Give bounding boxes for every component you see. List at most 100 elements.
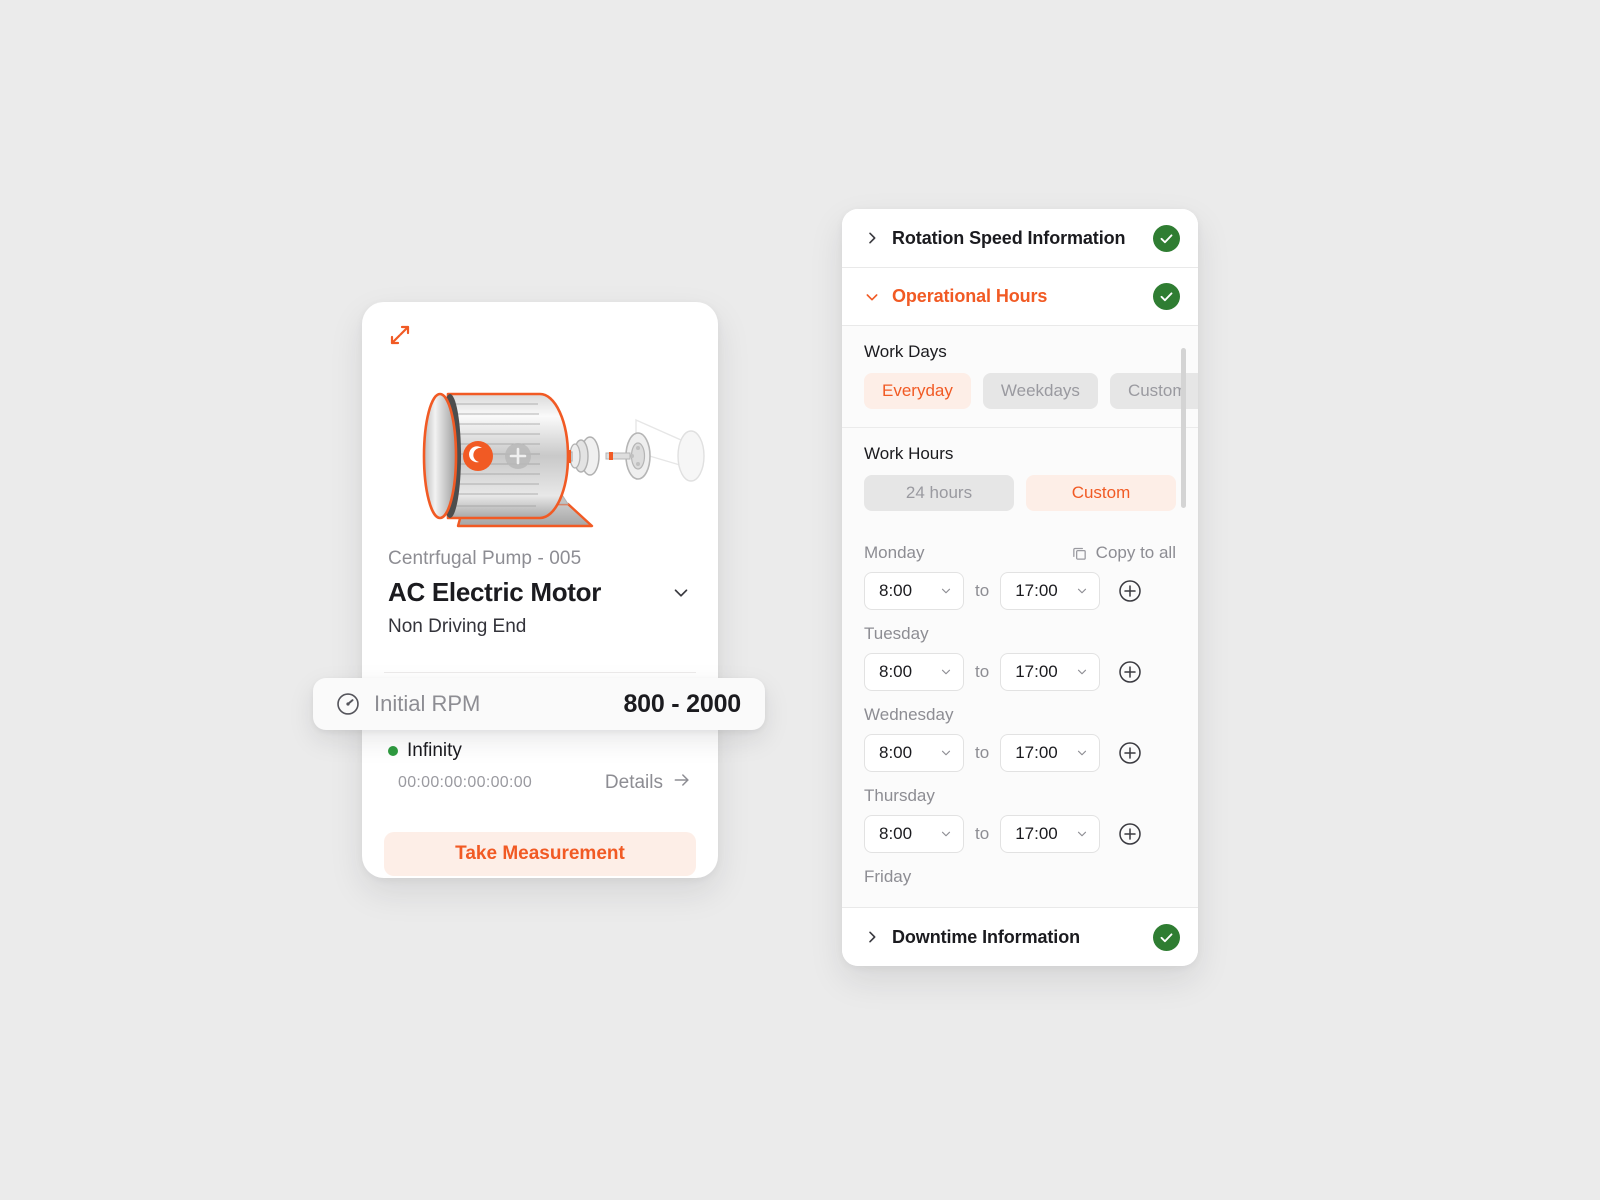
chevron-down-icon bbox=[1075, 584, 1089, 598]
initial-rpm-value: 800 - 2000 bbox=[623, 689, 741, 718]
asset-title-row[interactable]: AC Electric Motor bbox=[362, 570, 718, 608]
check-circle-icon bbox=[1153, 283, 1180, 310]
day-name: Tuesday bbox=[864, 624, 929, 643]
copy-to-all-button[interactable]: Copy to all bbox=[1071, 543, 1176, 563]
scrollbar-thumb[interactable] bbox=[1181, 348, 1186, 508]
work-days-section: Work Days Everyday Weekdays Custom bbox=[842, 326, 1198, 427]
chevron-down-icon bbox=[1075, 665, 1089, 679]
status-row: Infinity bbox=[362, 740, 718, 762]
initial-rpm-label: Initial RPM bbox=[374, 691, 481, 716]
chevron-down-icon bbox=[939, 584, 953, 598]
time-row: 8:00 to 17:00 bbox=[864, 653, 1176, 691]
work-hours-label: Work Hours bbox=[864, 444, 954, 463]
plus-circle-icon[interactable] bbox=[1118, 741, 1142, 765]
day-name: Wednesday bbox=[864, 705, 954, 724]
status-dot bbox=[388, 746, 398, 756]
day-header: Wednesday bbox=[864, 705, 1176, 725]
day-block-tuesday: Tuesday 8:00 to 17:00 bbox=[842, 624, 1198, 691]
start-time-value: 8:00 bbox=[879, 824, 913, 843]
work-hours-option-custom[interactable]: Custom bbox=[1026, 475, 1176, 511]
day-name: Thursday bbox=[864, 786, 935, 805]
work-hours-option-24-hours[interactable]: 24 hours bbox=[864, 475, 1014, 511]
start-time-value: 8:00 bbox=[879, 581, 913, 600]
chevron-down-icon bbox=[939, 827, 953, 841]
work-days-options: Everyday Weekdays Custom bbox=[864, 373, 1198, 409]
end-time-select[interactable]: 17:00 bbox=[1000, 815, 1101, 853]
check-circle-icon bbox=[1153, 224, 1180, 252]
asset-subtitle: Centrfugal Pump - 005 bbox=[388, 548, 582, 569]
start-time-value: 8:00 bbox=[879, 662, 913, 681]
take-measurement-button[interactable]: Take Measurement bbox=[384, 832, 696, 876]
day-header: Monday Copy to all bbox=[864, 543, 1176, 563]
chevron-down-icon bbox=[1075, 746, 1089, 760]
work-hours-section: Work Hours 24 hours Custom bbox=[842, 427, 1198, 529]
scrollbar-track[interactable] bbox=[1181, 336, 1192, 897]
work-days-option-everyday[interactable]: Everyday bbox=[864, 373, 971, 409]
day-name: Monday bbox=[864, 543, 925, 562]
plus-circle-icon[interactable] bbox=[1118, 579, 1142, 603]
asset-status-zone: Infinity 00:00:00:00:00:00 Details Take … bbox=[362, 740, 718, 876]
day-block-wednesday: Wednesday 8:00 to 17:00 bbox=[842, 705, 1198, 772]
day-header: Tuesday bbox=[864, 624, 1176, 644]
plus-circle-icon[interactable] bbox=[1118, 822, 1142, 846]
ac-electric-motor-illustration bbox=[362, 348, 718, 548]
card-divider bbox=[384, 672, 696, 673]
end-time-select[interactable]: 17:00 bbox=[1000, 653, 1101, 691]
end-time-value: 17:00 bbox=[1015, 662, 1058, 681]
to-label: to bbox=[975, 743, 990, 762]
chevron-right-icon bbox=[864, 230, 880, 246]
start-time-select[interactable]: 8:00 bbox=[864, 572, 964, 610]
end-time-value: 17:00 bbox=[1015, 743, 1058, 762]
asset-text-block: Centrfugal Pump - 005 AC Electric Motor … bbox=[362, 548, 718, 673]
details-link[interactable]: Details bbox=[605, 770, 692, 796]
day-block-thursday: Thursday 8:00 to 17:00 bbox=[842, 786, 1198, 853]
end-time-select[interactable]: 17:00 bbox=[1000, 734, 1101, 772]
accordion-title: Operational Hours bbox=[892, 286, 1048, 306]
status-label: Infinity bbox=[407, 740, 462, 761]
start-time-select[interactable]: 8:00 bbox=[864, 653, 964, 691]
chevron-right-icon bbox=[864, 929, 880, 945]
accordion-rotation-speed-information[interactable]: Rotation Speed Information bbox=[842, 209, 1198, 267]
copy-icon bbox=[1071, 545, 1088, 562]
initial-rpm-pill[interactable]: Initial RPM 800 - 2000 bbox=[313, 678, 765, 730]
settings-panel: Rotation Speed Information Operational H… bbox=[842, 209, 1198, 966]
work-days-label: Work Days bbox=[864, 342, 947, 361]
timecode: 00:00:00:00:00:00 bbox=[398, 774, 533, 791]
start-time-select[interactable]: 8:00 bbox=[864, 815, 964, 853]
end-time-select[interactable]: 17:00 bbox=[1000, 572, 1101, 610]
to-label: to bbox=[975, 662, 990, 681]
end-time-value: 17:00 bbox=[1015, 824, 1058, 843]
app-canvas: Centrfugal Pump - 005 AC Electric Motor … bbox=[0, 0, 1600, 1200]
end-time-value: 17:00 bbox=[1015, 581, 1058, 600]
gauge-icon bbox=[335, 691, 361, 717]
day-block-monday: Monday Copy to all 8:00 to 17:00 bbox=[842, 543, 1198, 610]
time-row: 8:00 to 17:00 bbox=[864, 734, 1176, 772]
details-label: Details bbox=[604, 772, 663, 793]
time-row: 8:00 to 17:00 bbox=[864, 815, 1176, 853]
plus-circle-icon[interactable] bbox=[1118, 660, 1142, 684]
copy-to-all-label: Copy to all bbox=[1095, 543, 1176, 562]
to-label: to bbox=[975, 824, 990, 843]
day-header: Friday bbox=[864, 867, 1176, 887]
status-meta-row: 00:00:00:00:00:00 Details bbox=[362, 762, 718, 796]
chevron-down-icon bbox=[1075, 827, 1089, 841]
to-label: to bbox=[975, 581, 990, 600]
accordion-operational-hours[interactable]: Operational Hours bbox=[842, 267, 1198, 325]
accordion-title: Downtime Information bbox=[892, 926, 1080, 947]
operational-hours-scroll-content: Work Days Everyday Weekdays Custom Work … bbox=[842, 326, 1198, 907]
chevron-down-icon[interactable] bbox=[670, 582, 692, 604]
asset-card: Centrfugal Pump - 005 AC Electric Motor … bbox=[362, 302, 718, 878]
asset-title: AC Electric Motor bbox=[388, 577, 602, 607]
start-time-value: 8:00 bbox=[879, 743, 913, 762]
accordion-downtime-information[interactable]: Downtime Information bbox=[842, 908, 1198, 966]
chevron-down-icon bbox=[939, 665, 953, 679]
chevron-down-icon bbox=[864, 289, 880, 305]
start-time-select[interactable]: 8:00 bbox=[864, 734, 964, 772]
day-name: Friday bbox=[864, 867, 912, 886]
work-days-option-weekdays[interactable]: Weekdays bbox=[982, 373, 1098, 409]
check-circle-icon bbox=[1153, 923, 1180, 951]
arrow-right-icon bbox=[672, 770, 692, 796]
time-row: 8:00 to 17:00 bbox=[864, 572, 1176, 610]
chevron-down-icon bbox=[939, 746, 953, 760]
day-header: Thursday bbox=[864, 786, 1176, 806]
